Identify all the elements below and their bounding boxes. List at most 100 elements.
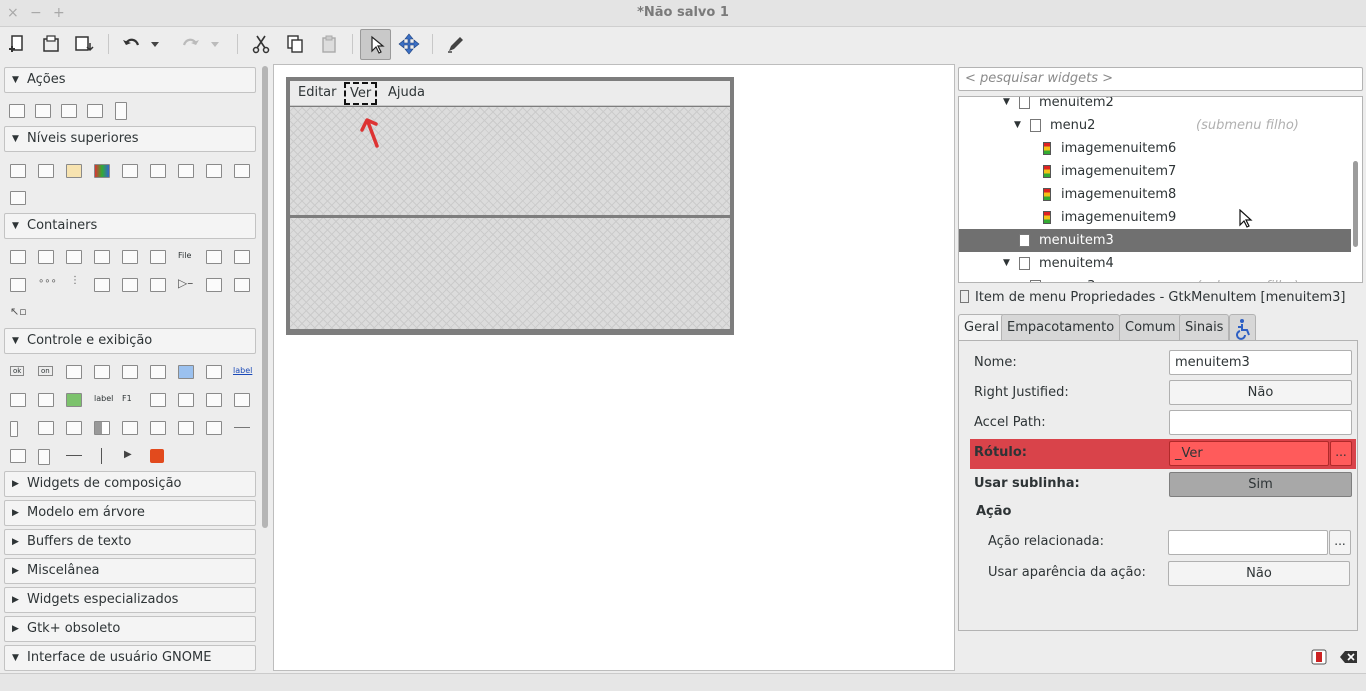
design-menubar[interactable]: Editar Ver Ajuda xyxy=(290,81,730,106)
action-icon[interactable] xyxy=(9,104,25,118)
tab-geral[interactable]: Geral xyxy=(958,314,1005,342)
button-widget-icon[interactable]: ok xyxy=(10,366,25,376)
palette-group-containers[interactable]: ▼ Containers xyxy=(4,213,256,239)
palette-group-controle-exibicao[interactable]: ▼ Controle e exibição xyxy=(4,328,256,354)
menu-widget-icon[interactable] xyxy=(38,449,50,465)
tree-row[interactable]: imagemenuitem8 xyxy=(959,183,1351,206)
combo-box-text-icon[interactable] xyxy=(66,421,82,435)
link-button-icon[interactable]: label xyxy=(233,366,252,375)
separator-icon[interactable] xyxy=(66,455,82,456)
vertical-toolbar-icon[interactable]: ⋮ xyxy=(70,275,80,286)
related-action-button[interactable]: ... xyxy=(1329,530,1351,555)
delete-icon[interactable] xyxy=(1338,646,1360,668)
widget-search-input[interactable]: < pesquisar widgets > xyxy=(958,67,1363,91)
hscrollbar-icon[interactable] xyxy=(234,393,250,407)
new-icon[interactable] xyxy=(3,30,31,58)
use-underline-toggle[interactable]: Sim xyxy=(1169,472,1352,497)
expander-icon[interactable]: ▼ xyxy=(1003,252,1010,275)
combo-box-icon[interactable] xyxy=(38,421,54,435)
redo-icon[interactable] xyxy=(177,30,205,58)
toolbar-container-icon[interactable]: ∘∘∘ xyxy=(38,276,57,287)
overlay-icon[interactable]: ↖▫ xyxy=(10,305,27,318)
cell-view-icon[interactable] xyxy=(206,421,222,435)
vseparator-icon[interactable] xyxy=(101,448,102,464)
assistant-icon[interactable] xyxy=(234,164,250,178)
drag-resize-icon[interactable] xyxy=(395,30,423,58)
toggle-action-icon[interactable] xyxy=(35,104,51,118)
drawing-area-icon[interactable] xyxy=(150,449,164,463)
accel-path-field[interactable] xyxy=(1169,410,1352,435)
palette-group-acoes[interactable]: ▼ Ações xyxy=(4,67,256,93)
fixed-icon[interactable] xyxy=(150,250,166,264)
tab-accessibility[interactable] xyxy=(1229,314,1256,341)
menu-item-ajuda[interactable]: Ajuda xyxy=(388,85,425,100)
tree-row[interactable]: imagemenuitem6 xyxy=(959,137,1351,160)
progress-bar-icon[interactable] xyxy=(94,421,110,435)
label-widget-icon[interactable]: label xyxy=(94,394,113,403)
tree-row[interactable]: ▼ menu2 (submenu filho) xyxy=(959,114,1351,137)
tree-row[interactable]: imagemenuitem7 xyxy=(959,160,1351,183)
font-chooser-icon[interactable] xyxy=(150,164,166,178)
tree-row[interactable]: ▼ menu3 (submenu filho) xyxy=(959,275,1351,282)
open-icon[interactable] xyxy=(37,30,65,58)
right-justified-toggle[interactable]: Não xyxy=(1169,380,1352,405)
viewport-icon[interactable] xyxy=(234,278,250,292)
recent-action-icon[interactable] xyxy=(87,104,103,118)
palette-group-widgets-composicao[interactable]: ▶ Widgets de composição xyxy=(4,471,256,497)
palette-group-gnome[interactable]: ▼ Interface de usuário GNOME xyxy=(4,645,256,671)
toggle-button-icon[interactable]: on xyxy=(38,366,53,376)
cut-icon[interactable] xyxy=(247,30,275,58)
grid-icon[interactable] xyxy=(66,250,82,264)
tree-row-selected[interactable]: menuitem3 xyxy=(959,229,1351,252)
tab-comum[interactable]: Comum xyxy=(1119,314,1182,341)
alignment-icon[interactable] xyxy=(150,278,166,292)
label-edit-button[interactable]: ... xyxy=(1330,441,1352,466)
color-button-icon[interactable] xyxy=(178,365,194,379)
spin-button-icon[interactable] xyxy=(94,365,110,379)
volume-button-icon[interactable] xyxy=(38,393,54,407)
copy-icon[interactable] xyxy=(281,30,309,58)
notebook-icon[interactable] xyxy=(94,250,110,264)
design-window[interactable]: Editar Ver Ajuda xyxy=(286,77,734,335)
button-box-icon[interactable] xyxy=(206,250,222,264)
icon-view-icon[interactable] xyxy=(178,421,194,435)
paned-icon[interactable] xyxy=(234,250,250,264)
tree-scrollbar[interactable] xyxy=(1353,161,1358,247)
window-icon[interactable] xyxy=(10,164,26,178)
edit-icon[interactable] xyxy=(441,30,469,58)
offscreen-window-icon[interactable] xyxy=(10,191,26,205)
save-icon[interactable] xyxy=(71,30,99,58)
scrolled-window-icon[interactable] xyxy=(122,278,138,292)
accel-label-icon[interactable]: F1 xyxy=(122,394,132,403)
vbox-icon[interactable] xyxy=(38,250,54,264)
radio-button-icon[interactable] xyxy=(122,365,138,379)
label-field[interactable]: _Ver xyxy=(1169,441,1329,466)
image-widget-icon[interactable] xyxy=(66,393,82,407)
event-box-icon[interactable] xyxy=(206,278,222,292)
file-container-icon[interactable]: File xyxy=(178,251,191,260)
related-action-field[interactable] xyxy=(1168,530,1328,555)
use-action-appearance-toggle[interactable]: Não xyxy=(1168,561,1350,586)
file-chooser-button-icon[interactable] xyxy=(150,365,166,379)
tab-empacotamento[interactable]: Empacotamento xyxy=(1001,314,1121,341)
tree-row[interactable]: ▼ menuitem4 xyxy=(959,252,1351,275)
tree-view-icon[interactable] xyxy=(150,421,166,435)
scale-button-icon[interactable] xyxy=(10,393,26,407)
frame-icon[interactable] xyxy=(122,250,138,264)
redo-dropdown-icon[interactable] xyxy=(208,30,222,58)
palette-group-modelo-arvore[interactable]: ▶ Modelo em árvore xyxy=(4,500,256,526)
menu-item-ver[interactable]: Ver xyxy=(344,82,378,105)
palette-group-buffers-texto[interactable]: ▶ Buffers de texto xyxy=(4,529,256,555)
expander-icon[interactable]: ▼ xyxy=(1003,97,1010,114)
entry-icon[interactable] xyxy=(150,393,166,407)
clear-icon[interactable] xyxy=(1308,646,1330,668)
menu-item-editar[interactable]: Editar xyxy=(298,85,337,100)
expander-icon[interactable]: ▼ xyxy=(1014,275,1021,282)
check-button-icon[interactable] xyxy=(66,365,82,379)
palette-group-miscelanea[interactable]: ▶ Miscelânea xyxy=(4,558,256,584)
vpaned-icon[interactable] xyxy=(10,278,26,292)
tree-row[interactable]: imagemenuitem9 xyxy=(959,206,1351,229)
hscale-icon[interactable] xyxy=(178,393,194,407)
dialog-icon[interactable] xyxy=(38,164,54,178)
expander-icon[interactable]: ▼ xyxy=(1014,114,1021,137)
